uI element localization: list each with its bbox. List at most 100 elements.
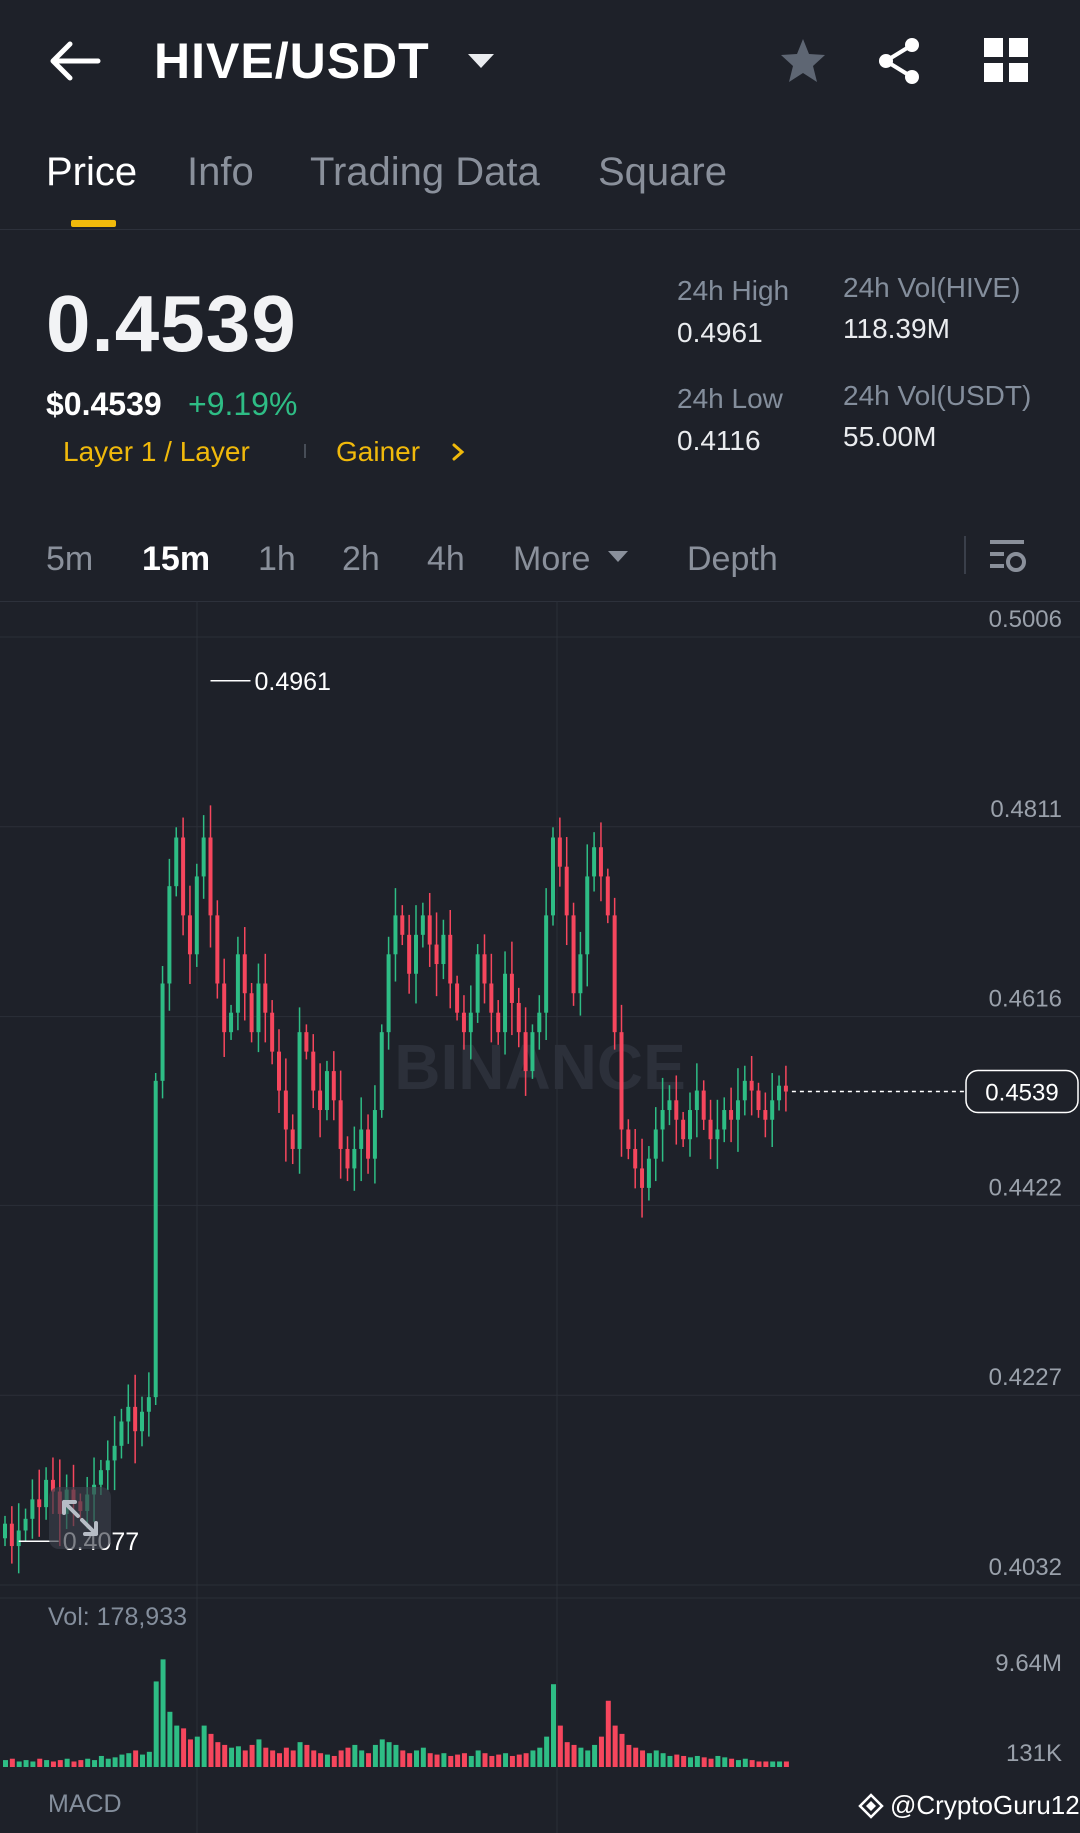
candle-body: [523, 1032, 528, 1072]
interval-more[interactable]: More: [513, 540, 590, 579]
candle-body: [194, 876, 199, 955]
tab-price[interactable]: Price: [46, 150, 137, 195]
volume-bar: [304, 1744, 310, 1767]
volume-bar: [763, 1761, 769, 1767]
more-caret-down-icon[interactable]: [608, 551, 628, 562]
y-tick-label: 0.5006: [989, 606, 1062, 633]
candle-body: [366, 1129, 371, 1159]
candle-body: [311, 1051, 316, 1091]
candle-body: [585, 876, 590, 955]
volume-bar: [290, 1750, 296, 1767]
last-price: 0.4539: [46, 279, 297, 368]
depth-tab[interactable]: Depth: [687, 540, 778, 579]
share-icon[interactable]: [874, 36, 924, 86]
volume-bar: [742, 1758, 748, 1767]
candle-body: [222, 983, 227, 1033]
candle-body: [407, 934, 412, 974]
volume-bar: [619, 1733, 625, 1767]
volume-bar: [85, 1758, 91, 1767]
volume-bar: [427, 1753, 433, 1767]
candle-body: [619, 1032, 624, 1130]
candle-body: [598, 847, 603, 877]
candle-body: [667, 1100, 672, 1111]
pair-title[interactable]: HIVE/USDT: [154, 32, 430, 90]
interval-5m[interactable]: 5m: [46, 540, 93, 579]
interval-1h[interactable]: 1h: [258, 540, 296, 579]
expand-chart-icon[interactable]: [48, 1486, 112, 1550]
tab-trading-data[interactable]: Trading Data: [310, 150, 540, 195]
candle-body: [98, 1470, 103, 1485]
volume-bar: [3, 1760, 8, 1767]
back-arrow-icon[interactable]: [46, 36, 102, 86]
candle-body: [324, 1071, 329, 1111]
tab-info[interactable]: Info: [187, 150, 254, 195]
candle-body: [674, 1100, 679, 1120]
interval-separator: [964, 536, 966, 574]
candle-body: [729, 1110, 734, 1120]
star-icon[interactable]: [778, 36, 828, 86]
volume-bar: [516, 1754, 522, 1767]
divider: [0, 229, 1080, 230]
candle-body: [530, 1032, 535, 1072]
grid-icon[interactable]: [984, 38, 1028, 82]
interval-4h[interactable]: 4h: [427, 540, 465, 579]
volume-bar: [9, 1758, 15, 1767]
active-tab-indicator: [71, 220, 116, 227]
volume-bar: [660, 1753, 666, 1767]
volume-bar: [235, 1746, 241, 1767]
y-tick-label: 0.4616: [989, 986, 1062, 1013]
volume-bar: [64, 1758, 70, 1767]
candle-body: [777, 1085, 782, 1101]
candle-body: [537, 1012, 542, 1033]
candle-body: [263, 983, 268, 1013]
volume-bar: [229, 1747, 235, 1767]
candle-body: [400, 915, 405, 935]
candle-body: [256, 983, 261, 1033]
exchange-diamond-icon: [858, 1793, 884, 1819]
volume-bar: [674, 1754, 680, 1767]
volume-bar: [551, 1684, 556, 1767]
volume-bar: [324, 1754, 330, 1767]
interval-2h[interactable]: 2h: [342, 540, 380, 579]
caret-down-icon[interactable]: [468, 54, 494, 68]
low-label: 24h Low: [677, 383, 783, 414]
candlestick-chart[interactable]: BINANCE 0.50060.48110.46160.44220.42270.…: [0, 601, 1080, 1833]
candle-body: [290, 1129, 295, 1149]
volume-bar: [283, 1747, 289, 1767]
candle-body: [187, 915, 192, 955]
volume-bar: [455, 1754, 461, 1767]
category-tag[interactable]: Layer 1 / Layer: [63, 436, 250, 468]
candle-body: [30, 1499, 35, 1519]
candle-body: [386, 954, 391, 1033]
candle-body: [653, 1129, 658, 1159]
candle-body: [379, 1032, 384, 1111]
candle-body: [119, 1421, 124, 1446]
candle-body: [578, 954, 583, 994]
candle-body: [640, 1168, 645, 1188]
candle-body: [461, 1012, 466, 1033]
volume-bar: [777, 1761, 783, 1767]
volume-bar: [496, 1754, 502, 1767]
volume-bar: [311, 1750, 317, 1767]
candle-body: [249, 993, 254, 1033]
volume-bar: [277, 1753, 282, 1767]
volume-bar: [592, 1744, 598, 1767]
vol-quote-value: 55.00M: [843, 421, 937, 452]
interval-15m[interactable]: 15m: [142, 540, 210, 579]
volume-bar: [92, 1760, 98, 1767]
y-tick-label: 0.4032: [989, 1554, 1062, 1581]
volume-bar: [167, 1711, 173, 1767]
gainer-tag[interactable]: Gainer: [336, 436, 420, 468]
tab-square[interactable]: Square: [598, 150, 727, 195]
chevron-right-icon[interactable]: [447, 441, 469, 463]
candle-body: [359, 1129, 364, 1149]
chart-settings-icon[interactable]: [988, 536, 1028, 576]
candle-body: [352, 1148, 357, 1169]
candle-body: [516, 1002, 521, 1033]
volume-bar: [722, 1757, 728, 1767]
macd-label[interactable]: MACD: [48, 1790, 122, 1819]
candle-body: [475, 954, 480, 1013]
volume-bar: [578, 1747, 584, 1767]
current-price-label: 0.4539: [985, 1080, 1058, 1107]
candle-body: [140, 1411, 144, 1432]
